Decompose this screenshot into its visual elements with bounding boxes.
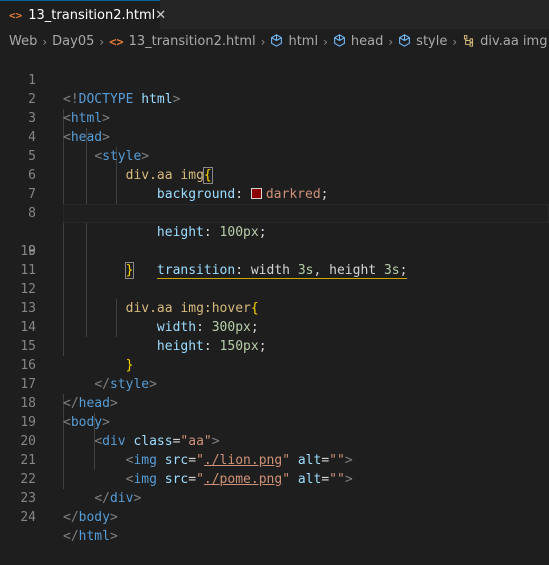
breadcrumb-item-day05[interactable]: Day05: [52, 34, 94, 49]
code-line: 14 height: 150px;: [0, 299, 549, 354]
breadcrumb-item-web[interactable]: Web: [9, 34, 37, 49]
code-line: 23 </body>: [0, 470, 549, 525]
chevron-right-icon: ›: [99, 34, 105, 49]
code-line: 4 <style>: [0, 109, 549, 164]
tab-13-transition2[interactable]: <> 13_transition2.html ✕: [0, 0, 166, 29]
code-line: 16 </style>: [0, 337, 549, 392]
current-code-line: 9 transition: width 3s, height 3s;: [0, 204, 549, 279]
tab-title: 13_transition2.html: [28, 7, 156, 23]
chevron-right-icon: ›: [323, 34, 328, 49]
code-line: 22 </div>: [0, 451, 549, 506]
code-editor[interactable]: 1 <!DOCTYPE html> 2 <html> 3 <head> 4 <s…: [0, 52, 549, 544]
code-line: 12 div.aa img:hover{: [0, 261, 549, 316]
code-line: 21 <img src="./pome.png" alt="">: [0, 432, 549, 487]
breadcrumb-item-head[interactable]: head: [351, 34, 383, 49]
breadcrumb-item-selector[interactable]: div.aa img: [480, 34, 547, 49]
code-line: 3 <head>: [0, 90, 549, 145]
chevron-right-icon: ›: [452, 34, 458, 49]
code-line: 5 div.aa img{: [0, 128, 549, 184]
breadcrumb: Web › Day05 › <> 13_transition2.html › h…: [0, 29, 549, 54]
element-cube-icon: [333, 33, 346, 50]
code-line: 11: [0, 242, 549, 278]
html-file-icon: <>: [9, 8, 23, 22]
element-cube-icon: [270, 33, 283, 50]
current-line-highlight: [63, 204, 549, 223]
breadcrumb-item-html[interactable]: html: [288, 34, 318, 49]
code-line: 20 <img src="./lion.png" alt="">: [0, 413, 549, 468]
code-line: 18 <body>: [0, 375, 549, 430]
chevron-right-icon: ›: [42, 34, 48, 49]
breadcrumb-item-style[interactable]: style: [416, 34, 447, 49]
line-number: 24: [20, 510, 36, 525]
code-line: 17 </head>: [0, 356, 549, 411]
code-line: 8 height: 100px;: [0, 185, 549, 240]
css-selector-icon: [462, 34, 475, 50]
code-line: 15 }: [0, 318, 549, 373]
element-cube-icon: [398, 33, 411, 50]
code-line: 13 width: 300px;: [0, 280, 549, 335]
code-line: 1 <!DOCTYPE html>: [0, 52, 549, 107]
code-line: 24 </html>: [0, 489, 549, 544]
code-line: 10 }: [0, 223, 549, 279]
breadcrumb-item-file[interactable]: 13_transition2.html: [129, 34, 256, 49]
chevron-right-icon: ›: [260, 34, 266, 49]
code-line: 7 width: 200px;: [0, 166, 549, 221]
tab-bar: <> 13_transition2.html ✕: [0, 0, 549, 29]
html-file-icon: <>: [109, 34, 124, 49]
code-line: 2 <html>: [0, 71, 549, 126]
code-line: 6 background: darkred;: [0, 147, 549, 202]
chevron-right-icon: ›: [388, 34, 394, 49]
close-icon[interactable]: ✕: [155, 8, 166, 23]
code-line: 19 <div class="aa">: [0, 394, 549, 449]
